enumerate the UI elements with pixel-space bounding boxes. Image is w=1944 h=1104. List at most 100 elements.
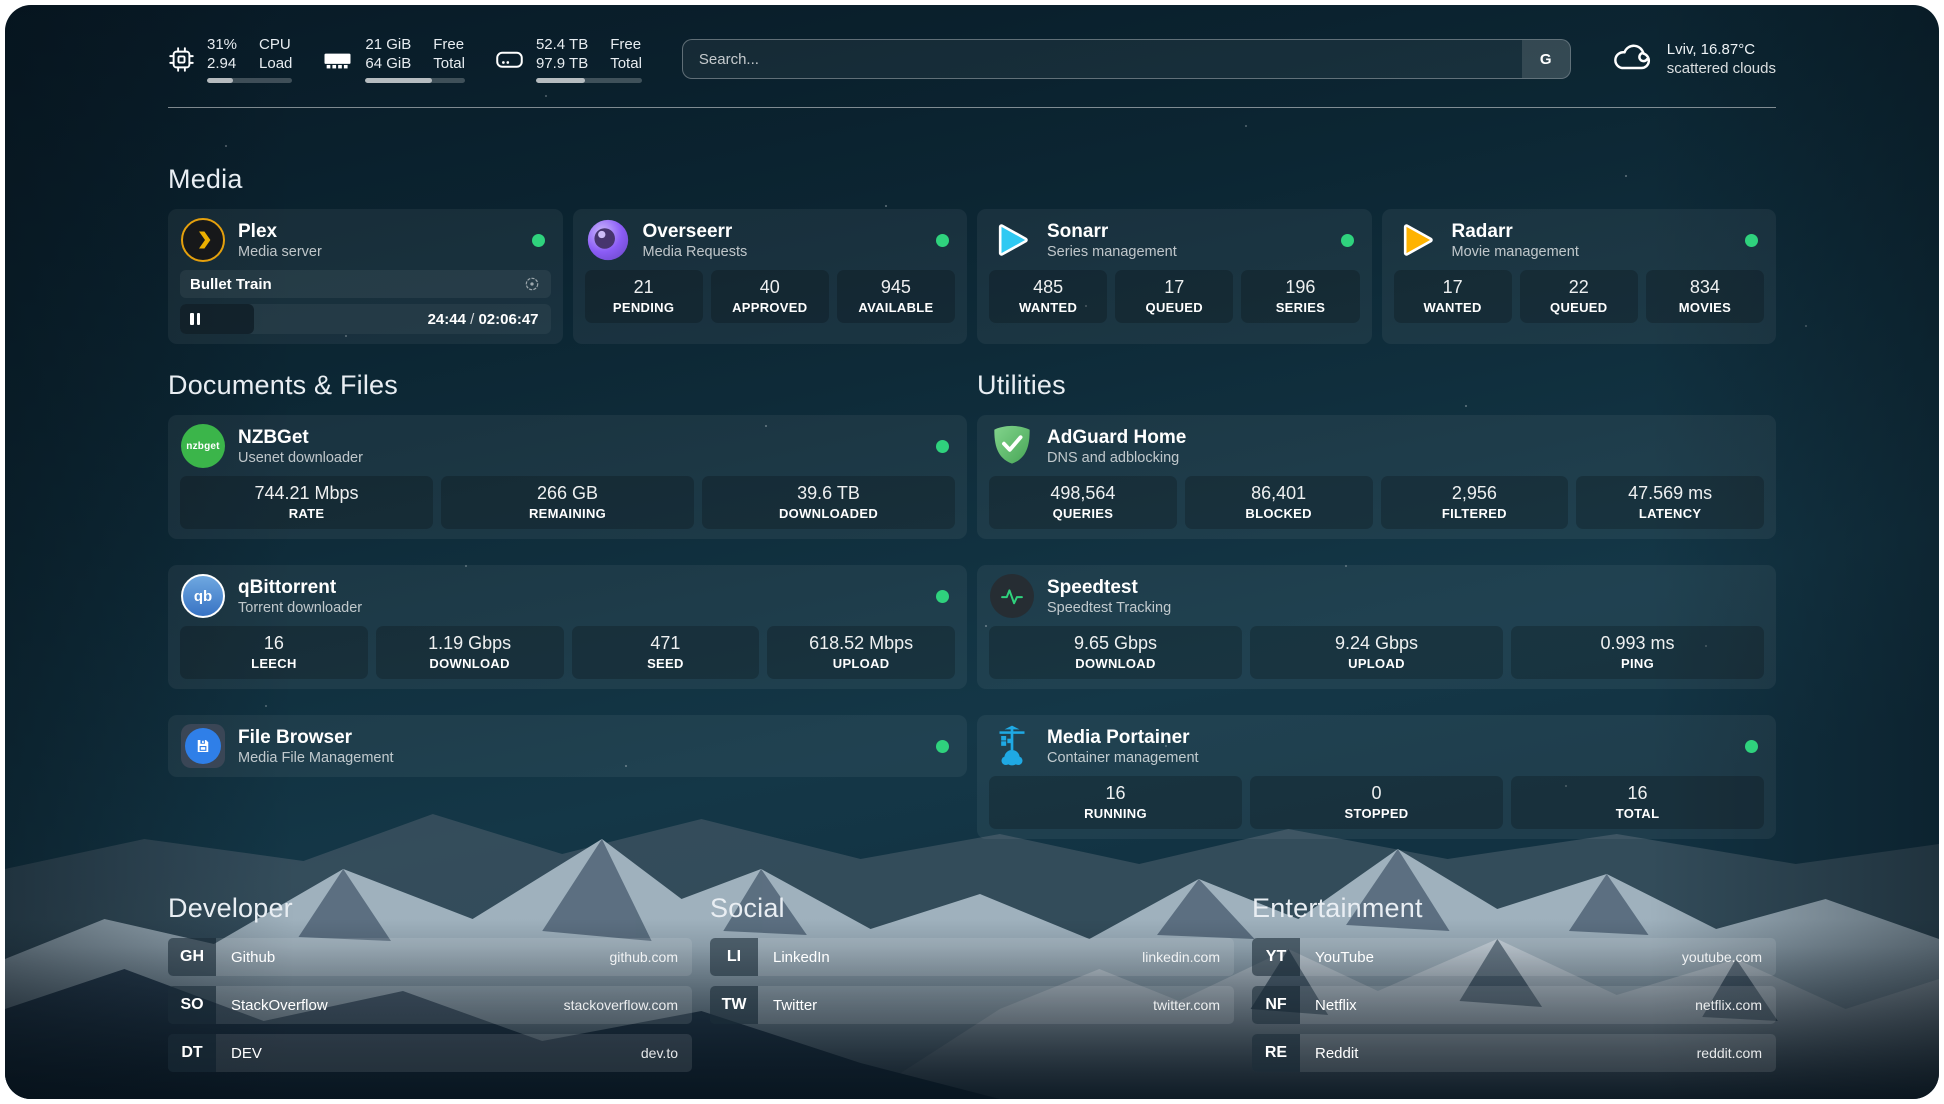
two-column-sections: Documents & Files nzbgetNZBGetUsenet down… bbox=[168, 370, 1776, 839]
service-subtitle: Speedtest Tracking bbox=[1047, 599, 1171, 617]
card-stats-row: 744.21 MbpsRATE266 GBREMAINING39.6 TBDOW… bbox=[180, 476, 955, 529]
service-subtitle: Torrent downloader bbox=[238, 599, 362, 617]
stat-label: BLOCKED bbox=[1187, 505, 1371, 522]
stat-label-line: Free bbox=[433, 35, 465, 54]
stat-value: 498,564 bbox=[991, 482, 1175, 504]
service-card-adguard-home[interactable]: AdGuard HomeDNS and adblocking 498,564QUE… bbox=[977, 415, 1776, 539]
stat-labels: FreeTotal bbox=[433, 35, 465, 73]
bookmark-linkedin[interactable]: LILinkedInlinkedin.com bbox=[710, 938, 1234, 976]
memory-progress-bar bbox=[365, 78, 465, 83]
bookmark-youtube[interactable]: YTYouTubeyoutube.com bbox=[1252, 938, 1776, 976]
stat-box-queued: 17QUEUED bbox=[1115, 270, 1233, 323]
bookmark-name: StackOverflow bbox=[216, 997, 328, 1014]
service-card-speedtest[interactable]: SpeedtestSpeedtest Tracking9.65 GbpsDOWN… bbox=[977, 565, 1776, 689]
stat-value: 17 bbox=[1396, 276, 1510, 298]
disk-icon bbox=[495, 47, 524, 72]
bookmark-twitter[interactable]: TWTwittertwitter.com bbox=[710, 986, 1234, 1024]
stat-value: 16 bbox=[991, 782, 1240, 804]
stat-label: QUERIES bbox=[991, 505, 1175, 522]
service-card-nzbget[interactable]: nzbgetNZBGetUsenet downloader744.21 Mbps… bbox=[168, 415, 967, 539]
stat-label-line: Total bbox=[433, 54, 465, 73]
time-separator: / bbox=[466, 311, 479, 328]
stat-value: 17 bbox=[1117, 276, 1231, 298]
bookmark-abbr: NF bbox=[1252, 986, 1300, 1024]
stat-label: STOPPED bbox=[1252, 805, 1501, 822]
top-bar: 31%2.94CPULoad21 GiB64 GiBFreeTotal52.4 … bbox=[168, 5, 1776, 83]
service-card-plex[interactable]: PlexMedia serverBullet Train24:44 / 02:0… bbox=[168, 209, 563, 344]
bookmark-abbr: DT bbox=[168, 1034, 216, 1072]
stat-box-seed: 471SEED bbox=[572, 626, 760, 679]
stat-box-latency: 47.569 msLATENCY bbox=[1576, 476, 1764, 529]
stat-value: 9.65 Gbps bbox=[991, 632, 1240, 654]
cpu-stat: 31%2.94CPULoad bbox=[168, 35, 292, 83]
bookmark-name: Netflix bbox=[1300, 997, 1357, 1014]
memory-stat: 21 GiB64 GiB FreeTotal bbox=[322, 35, 465, 83]
stat-values: 21 GiB64 GiB bbox=[365, 35, 411, 73]
service-title: AdGuard Home bbox=[1047, 426, 1186, 449]
service-card-overseerr[interactable]: OverseerrMedia Requests21PENDING40APPROV… bbox=[573, 209, 968, 344]
card-header: RadarrMovie management bbox=[1394, 217, 1765, 263]
section-title-documents-files: Documents & Files bbox=[168, 370, 967, 401]
service-card-radarr[interactable]: RadarrMovie management17WANTED22QUEUED83… bbox=[1382, 209, 1777, 344]
service-card-sonarr[interactable]: SonarrSeries management485WANTED17QUEUED… bbox=[977, 209, 1372, 344]
bookmark-abbr: SO bbox=[168, 986, 216, 1024]
playback-elapsed-pill bbox=[180, 304, 254, 334]
bookmark-stackoverflow[interactable]: SOStackOverflow stackoverflow.com bbox=[168, 986, 692, 1024]
overseerr-icon bbox=[585, 217, 631, 263]
service-subtitle: Media File Management bbox=[238, 749, 394, 767]
stat-label: PING bbox=[1513, 655, 1762, 672]
radarr-icon bbox=[1394, 217, 1440, 263]
stat-label: UPLOAD bbox=[769, 655, 953, 672]
bookmark-reddit[interactable]: RERedditreddit.com bbox=[1252, 1034, 1776, 1072]
service-subtitle: Media Requests bbox=[643, 243, 748, 261]
bookmark-netflix[interactable]: NFNetflixnetflix.com bbox=[1252, 986, 1776, 1024]
service-title: Media Portainer bbox=[1047, 726, 1199, 749]
stat-value: 485 bbox=[991, 276, 1105, 298]
stat-value: 0 bbox=[1252, 782, 1501, 804]
stat-label: REMAINING bbox=[443, 505, 692, 522]
progress-fill bbox=[536, 78, 585, 83]
playback-time: 24:44 / 02:06:47 bbox=[428, 311, 539, 328]
stat-label: SERIES bbox=[1243, 299, 1357, 316]
bookmark-abbr: YT bbox=[1252, 938, 1300, 976]
stat-value: 618.52 Mbps bbox=[769, 632, 953, 654]
stat-label: DOWNLOAD bbox=[378, 655, 562, 672]
cpu-progress-bar bbox=[207, 78, 292, 83]
bookmark-dev[interactable]: DTDEVdev.to bbox=[168, 1034, 692, 1072]
bookmark-name: Reddit bbox=[1300, 1045, 1358, 1062]
bookmark-sections: Developer GHGithubgithub.com SOStackOverfl… bbox=[168, 893, 1776, 1072]
card-stats-row: 16RUNNING0STOPPED16TOTAL bbox=[989, 776, 1764, 829]
sonarr-icon bbox=[989, 217, 1035, 263]
stat-label: WANTED bbox=[1396, 299, 1510, 316]
stat-value: 196 bbox=[1243, 276, 1357, 298]
search-input[interactable] bbox=[683, 40, 1522, 78]
stat-box-series: 196SERIES bbox=[1241, 270, 1359, 323]
card-stats-row: 498,564QUERIES86,401BLOCKED2,956FILTERED… bbox=[989, 476, 1764, 529]
stat-label: DOWNLOADED bbox=[704, 505, 953, 522]
section-title-entertainment: Entertainment bbox=[1252, 893, 1776, 924]
stat-value: 39.6 TB bbox=[704, 482, 953, 504]
stat-value: 266 GB bbox=[443, 482, 692, 504]
stat-value: 22 bbox=[1522, 276, 1636, 298]
section-title-developer: Developer bbox=[168, 893, 692, 924]
bookmark-github[interactable]: GHGithubgithub.com bbox=[168, 938, 692, 976]
bookmark-url: stackoverflow.com bbox=[564, 997, 692, 1013]
playback-progress-bar: 24:44 / 02:06:47 bbox=[180, 304, 551, 334]
search-provider-button[interactable]: G bbox=[1522, 40, 1570, 78]
search-bar: G bbox=[682, 39, 1571, 79]
stat-label: QUEUED bbox=[1522, 299, 1636, 316]
card-header: AdGuard HomeDNS and adblocking bbox=[989, 423, 1764, 469]
stat-box-download: 9.65 GbpsDOWNLOAD bbox=[989, 626, 1242, 679]
status-dot bbox=[936, 440, 949, 453]
portainer-icon bbox=[989, 723, 1035, 769]
service-card-qbittorrent[interactable]: qbqBittorrentTorrent downloader16LEECH1.… bbox=[168, 565, 967, 689]
stat-value: 16 bbox=[1513, 782, 1762, 804]
service-card-file-browser[interactable]: File BrowserMedia File Management bbox=[168, 715, 967, 777]
bookmark-name: Twitter bbox=[758, 997, 817, 1014]
stat-value-line: 2.94 bbox=[207, 54, 237, 73]
stat-value-line: 64 GiB bbox=[365, 54, 411, 73]
time-total: 02:06:47 bbox=[478, 311, 538, 328]
view-toggle-icon[interactable] bbox=[523, 275, 541, 293]
card-header: nzbgetNZBGetUsenet downloader bbox=[180, 423, 955, 469]
service-card-media-portainer[interactable]: Media PortainerContainer management16RUN… bbox=[977, 715, 1776, 839]
